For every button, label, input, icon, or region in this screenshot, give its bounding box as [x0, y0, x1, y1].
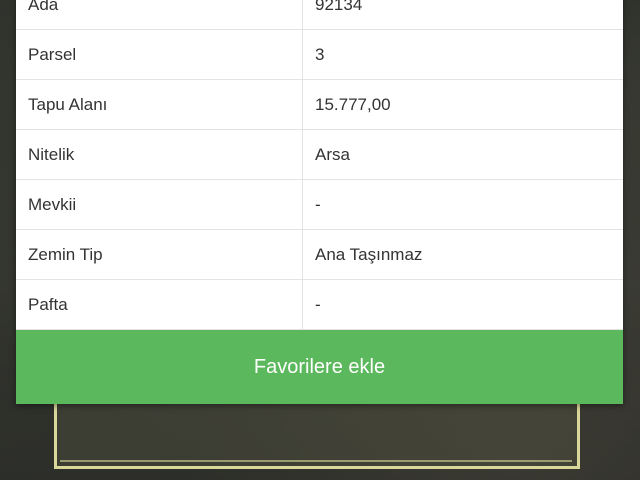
add-to-favorites-button[interactable]: Favorilere ekle	[16, 330, 623, 404]
parcel-info-table: Ada 92134 Parsel 3 Tapu Alanı 15.777,00 …	[16, 0, 623, 330]
row-value: -	[302, 179, 623, 230]
row-label: Mevkii	[16, 179, 303, 230]
row-label: Nitelik	[16, 129, 303, 180]
parcel-info-panel: Ada 92134 Parsel 3 Tapu Alanı 15.777,00 …	[16, 0, 623, 404]
row-value: 3	[302, 29, 623, 80]
parcel-boundary-inner-line	[60, 460, 572, 462]
row-value: Ana Taşınmaz	[302, 229, 623, 280]
row-label: Pafta	[16, 279, 303, 330]
row-value: Arsa	[302, 129, 623, 180]
row-value: -	[302, 279, 623, 330]
table-row-mevkii: Mevkii -	[16, 179, 623, 230]
row-label: Ada	[16, 0, 303, 30]
table-row-zemin-tip: Zemin Tip Ana Taşınmaz	[16, 229, 623, 280]
row-label: Parsel	[16, 29, 303, 80]
row-label: Zemin Tip	[16, 229, 303, 280]
table-row-parsel: Parsel 3	[16, 29, 623, 80]
row-value: 15.777,00	[302, 79, 623, 130]
table-row-ada: Ada 92134	[16, 0, 623, 30]
table-row-tapu-alani: Tapu Alanı 15.777,00	[16, 79, 623, 130]
row-label: Tapu Alanı	[16, 79, 303, 130]
row-value: 92134	[302, 0, 623, 30]
table-row-pafta: Pafta -	[16, 279, 623, 330]
table-row-nitelik: Nitelik Arsa	[16, 129, 623, 180]
